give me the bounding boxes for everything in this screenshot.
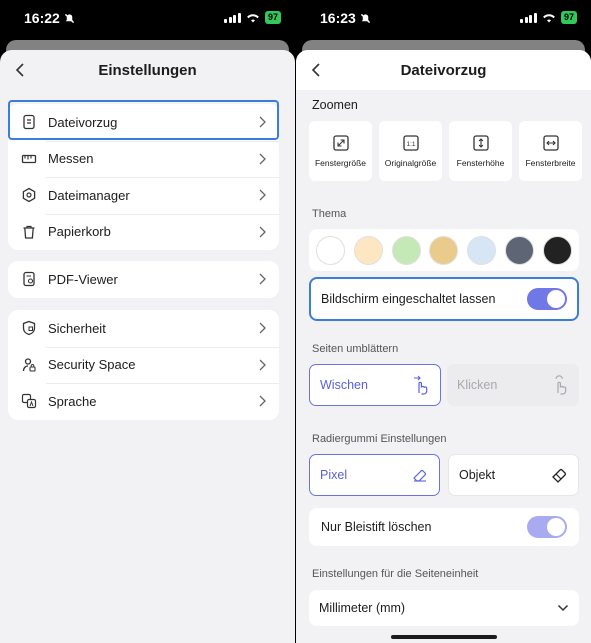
back-button[interactable]: [306, 60, 326, 80]
theme-color-swatch[interactable]: [391, 235, 421, 265]
settings-sheet: Einstellungen Dateivorzug Messen Dateima…: [0, 50, 295, 643]
pdf-viewer-icon: [20, 270, 38, 288]
theme-color-swatch[interactable]: [467, 235, 497, 265]
left-screen: 16:22 97 Einstellungen Dateivorzug Messe: [0, 0, 295, 643]
ruler-icon: [20, 150, 38, 168]
chevron-right-icon: [259, 322, 266, 334]
settings-item-papierkorb[interactable]: Papierkorb: [8, 213, 279, 251]
lock-person-icon: [20, 356, 38, 374]
settings-item-messen[interactable]: Messen: [8, 140, 279, 178]
page-turn-swipe-option[interactable]: Wischen: [309, 364, 441, 406]
trash-icon: [20, 223, 38, 241]
status-time: 16:23: [320, 10, 356, 26]
page-unit-value: Millimeter (mm): [319, 601, 406, 615]
fit-window-icon: [332, 135, 349, 151]
original-size-icon: 1:1: [402, 135, 419, 151]
signal-icon: [224, 12, 241, 23]
shield-icon: [20, 319, 38, 337]
keep-screen-on-label: Bildschirm eingeschaltet lassen: [321, 292, 496, 306]
eraser-section-label: Radiergummi Einstellungen: [312, 433, 447, 445]
settings-group-general: Dateivorzug Messen Dateimanager Papierko…: [8, 104, 279, 250]
settings-item-sprache[interactable]: Sprache: [8, 383, 279, 420]
zoom-window-size[interactable]: Fenstergröße: [309, 121, 372, 181]
fit-height-icon: [472, 135, 489, 151]
theme-color-swatch[interactable]: [316, 235, 346, 265]
home-indicator: [391, 635, 497, 639]
chevron-right-icon: [259, 359, 266, 371]
page-unit-section-label: Einstellungen für die Seiteneinheit: [312, 568, 479, 580]
chevron-right-icon: [259, 189, 266, 201]
right-screen: 16:23 97 Dateivorzug Zoomen Fenstergröße…: [296, 0, 591, 643]
file-manager-icon: [20, 186, 38, 204]
chevron-down-icon: [557, 604, 569, 612]
back-button[interactable]: [10, 60, 30, 80]
pencil-only-toggle[interactable]: [527, 516, 567, 538]
status-time: 16:22: [24, 10, 60, 26]
chevron-right-icon: [259, 395, 266, 407]
theme-color-swatch[interactable]: [354, 235, 384, 265]
file-preference-sheet: Dateivorzug Zoomen Fenstergröße 1:1 Orig…: [296, 50, 591, 643]
settings-item-security-space[interactable]: Security Space: [8, 346, 279, 384]
zoom-window-width[interactable]: Fensterbreite: [519, 121, 582, 181]
swipe-hand-icon: [414, 375, 428, 395]
settings-item-pdf-viewer[interactable]: PDF-Viewer: [8, 261, 279, 298]
theme-color-swatch[interactable]: [504, 235, 534, 265]
theme-section-label: Thema: [312, 208, 347, 220]
settings-group-security: Sicherheit Security Space Sprache: [8, 310, 279, 420]
eraser-object-option[interactable]: Objekt: [448, 454, 579, 496]
svg-text:1:1: 1:1: [406, 141, 415, 148]
bell-slash-icon: [64, 13, 74, 23]
theme-picker: [309, 229, 579, 271]
page-title: Dateivorzug: [400, 61, 487, 79]
fit-width-icon: [542, 135, 559, 151]
eraser-icon: [413, 470, 426, 482]
bell-slash-icon: [360, 13, 370, 23]
page-unit-select[interactable]: Millimeter (mm): [309, 590, 579, 626]
chevron-right-icon: [259, 226, 266, 238]
eraser-pixel-option[interactable]: Pixel: [309, 454, 440, 496]
wifi-icon: [543, 13, 555, 22]
pencil-only-row: Nur Bleistift löschen: [309, 508, 579, 546]
zoom-options: Fenstergröße 1:1 Originalgröße Fensterhö…: [309, 121, 582, 181]
chevron-left-icon: [15, 63, 24, 77]
pencil-only-label: Nur Bleistift löschen: [321, 520, 432, 534]
signal-icon: [520, 12, 537, 23]
language-icon: [20, 392, 38, 410]
file-preference-icon: [20, 113, 38, 131]
battery-icon: 97: [264, 11, 281, 24]
chevron-left-icon: [311, 63, 320, 77]
settings-item-sicherheit[interactable]: Sicherheit: [8, 310, 279, 347]
chevron-right-icon: [259, 153, 266, 165]
tap-hand-icon: [555, 375, 567, 395]
chevron-right-icon: [259, 273, 266, 285]
page-turn-click-option[interactable]: Klicken: [447, 364, 579, 406]
battery-icon: 97: [560, 11, 577, 24]
settings-item-dateimanager[interactable]: Dateimanager: [8, 177, 279, 214]
chevron-right-icon: [259, 116, 266, 128]
object-eraser-icon: [552, 468, 567, 483]
zoom-window-height[interactable]: Fensterhöhe: [449, 121, 512, 181]
zoom-original-size[interactable]: 1:1 Originalgröße: [379, 121, 442, 181]
wifi-icon: [247, 13, 259, 22]
keep-screen-on-toggle[interactable]: [527, 288, 567, 310]
status-bar: 16:23 97: [296, 0, 591, 36]
page-turn-section-label: Seiten umblättern: [312, 343, 399, 355]
zoom-section-label: Zoomen: [312, 98, 358, 112]
page-title: Einstellungen: [98, 61, 197, 79]
settings-group-viewer: PDF-Viewer: [8, 261, 279, 298]
theme-color-swatch[interactable]: [542, 235, 572, 265]
status-bar: 16:22 97: [0, 0, 295, 36]
settings-item-dateivorzug[interactable]: Dateivorzug: [8, 104, 279, 141]
theme-color-swatch[interactable]: [429, 235, 459, 265]
keep-screen-on-row: Bildschirm eingeschaltet lassen: [309, 277, 579, 321]
